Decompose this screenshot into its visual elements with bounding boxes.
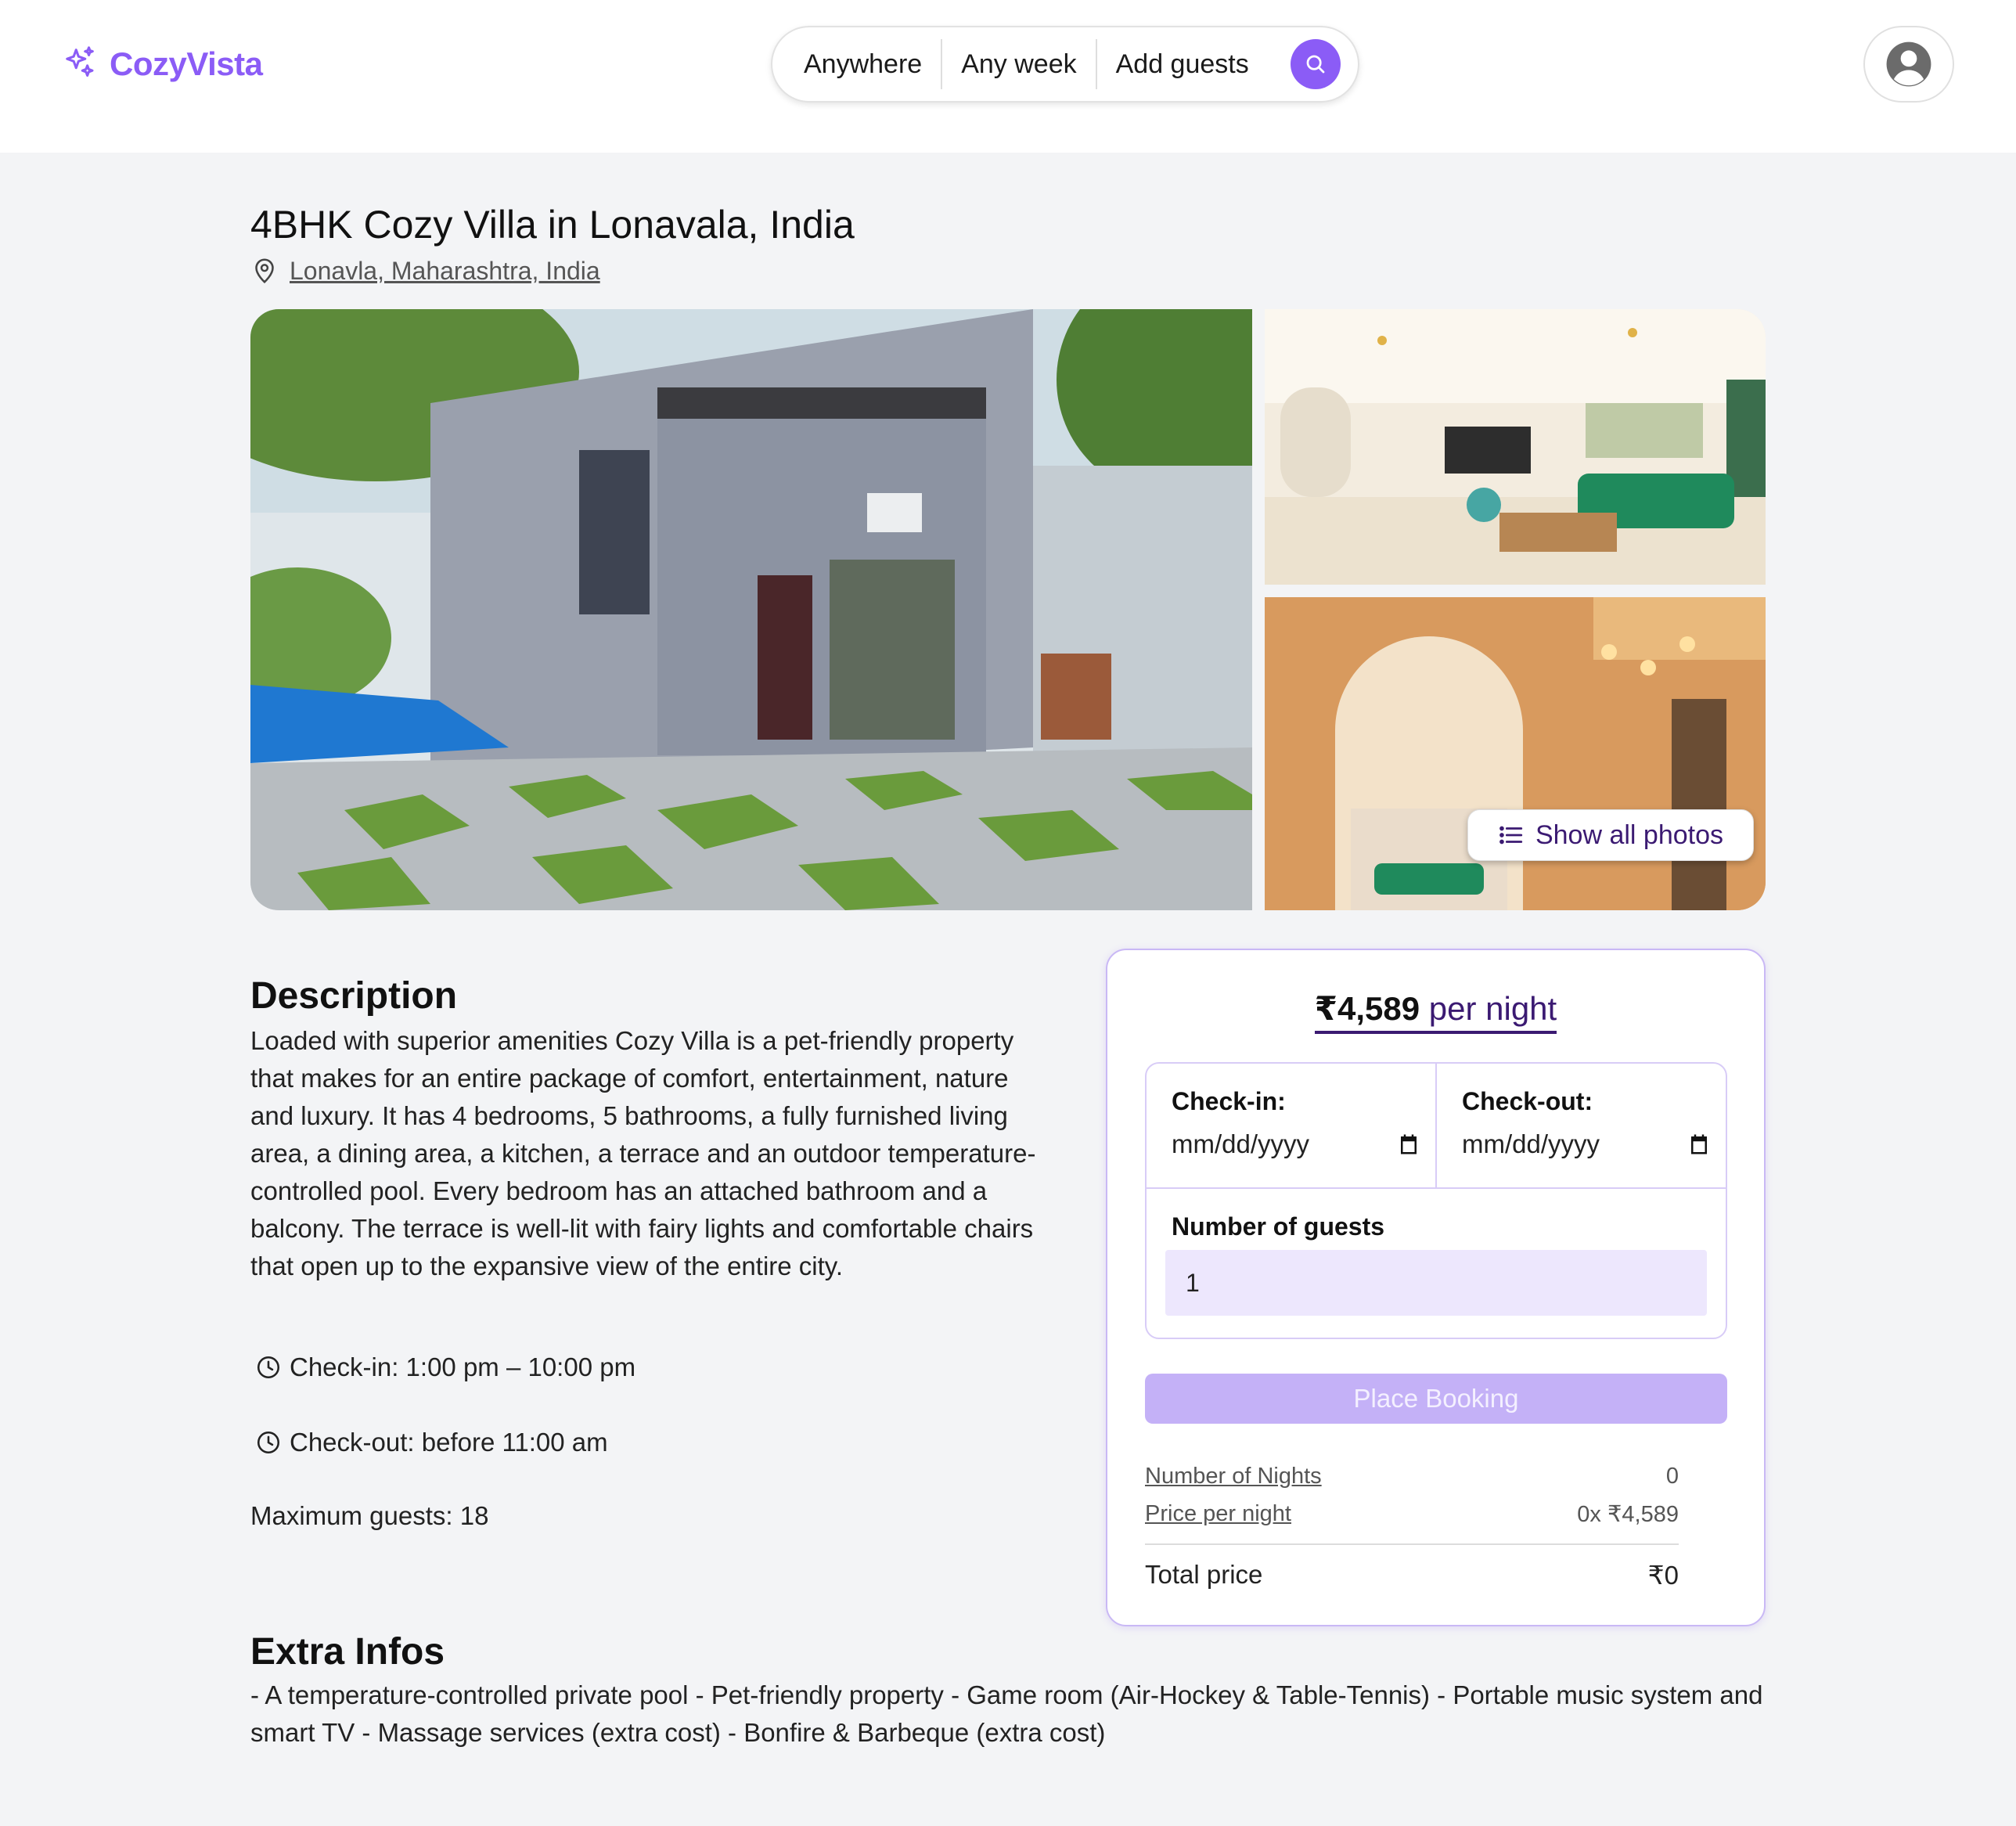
checkout-date-placeholder: mm/dd/yyyy (1462, 1129, 1600, 1158)
listing-title: 4BHK Cozy Villa in Lonavala, India (250, 203, 855, 247)
show-all-photos-label: Show all photos (1535, 819, 1724, 850)
search-divider (941, 39, 943, 89)
user-avatar-icon (1886, 41, 1931, 87)
sparkles-icon (63, 45, 99, 85)
search-icon (1306, 55, 1325, 74)
clock-icon (257, 1431, 280, 1454)
total-label: Total price (1145, 1560, 1263, 1589)
clock-icon (257, 1356, 280, 1379)
calendar-icon[interactable] (1397, 1133, 1420, 1156)
price-per-night-row: Price per night 0x ₹4,589 (1145, 1498, 1679, 1529)
search-divider (1095, 39, 1097, 89)
price-header: ₹4,589 per night (1107, 989, 1764, 1034)
search-who[interactable]: Add guests (1116, 49, 1249, 80)
checkin-time: Check-in: 1:00 pm – 10:00 pm (255, 1350, 635, 1385)
location-link[interactable]: Lonavla, Maharashtra, India (290, 257, 600, 286)
photo-exterior[interactable] (250, 309, 1252, 910)
photo-living-room[interactable] (1265, 309, 1766, 585)
extra-infos-heading: Extra Infos (250, 1631, 445, 1673)
user-menu-button[interactable] (1863, 26, 1954, 103)
price-per-night-label[interactable]: Price per night (1145, 1501, 1291, 1527)
checkin-date-placeholder: mm/dd/yyyy (1172, 1129, 1310, 1158)
guests-label: Number of guests (1172, 1212, 1385, 1241)
nights-value: 0 (1665, 1463, 1679, 1489)
booking-form: Check-in: mm/dd/yyyy Check-out: mm/dd/yy… (1145, 1062, 1727, 1339)
price-amount: ₹4,589 (1314, 990, 1420, 1027)
guests-input[interactable]: 1 (1165, 1250, 1707, 1316)
place-booking-button[interactable]: Place Booking (1145, 1374, 1727, 1424)
photo-hallway[interactable] (1265, 597, 1766, 910)
max-guests: Maximum guests: 18 (250, 1501, 489, 1530)
summary-divider (1145, 1543, 1679, 1545)
checkout-date-input[interactable]: mm/dd/yyyy (1462, 1125, 1711, 1164)
checkin-date-input[interactable]: mm/dd/yyyy (1172, 1125, 1420, 1164)
booking-widget: ₹4,589 per night Check-in: mm/dd/yyyy Ch… (1106, 949, 1766, 1626)
checkout-time: Check-out: before 11:00 am (255, 1425, 608, 1460)
extra-infos-text: - A temperature-controlled private pool … (250, 1680, 1763, 1747)
nights-label[interactable]: Number of Nights (1145, 1464, 1322, 1489)
price-per-night-value: 0x ₹4,589 (1577, 1501, 1679, 1527)
nights-row: Number of Nights 0 (1145, 1460, 1679, 1492)
top-header: CozyVista Anywhere Any week Add guests (0, 0, 2016, 153)
search-where[interactable]: Anywhere (804, 49, 922, 80)
checkout-label: Check-out: (1462, 1087, 1593, 1115)
description-heading: Description (250, 975, 458, 1017)
checkout-time-text: Check-out: before 11:00 am (290, 1428, 608, 1457)
show-all-photos-button[interactable]: Show all photos (1467, 809, 1754, 861)
search-bar[interactable]: Anywhere Any week Add guests (771, 26, 1359, 103)
checkin-time-text: Check-in: 1:00 pm – 10:00 pm (290, 1352, 636, 1381)
checkout-field[interactable]: Check-out: mm/dd/yyyy (1437, 1064, 1727, 1187)
calendar-icon[interactable] (1687, 1133, 1711, 1156)
price-unit: per night (1428, 990, 1557, 1027)
description-text: Loaded with superior amenities Cozy Vill… (250, 1026, 1036, 1280)
checkin-field[interactable]: Check-in: mm/dd/yyyy (1147, 1064, 1437, 1187)
search-button[interactable] (1291, 39, 1341, 89)
guests-value: 1 (1186, 1268, 1200, 1297)
checkin-label: Check-in: (1172, 1087, 1286, 1115)
list-icon (1499, 826, 1523, 845)
total-value: ₹0 (1647, 1560, 1679, 1590)
logo-text: CozyVista (110, 45, 263, 82)
logo[interactable]: CozyVista (63, 41, 263, 88)
total-row: Total price ₹0 (1145, 1556, 1679, 1594)
listing-location[interactable]: Lonavla, Maharashtra, India (250, 255, 600, 286)
search-when[interactable]: Any week (961, 49, 1076, 80)
map-pin-icon (255, 258, 274, 283)
form-divider (1147, 1187, 1726, 1189)
